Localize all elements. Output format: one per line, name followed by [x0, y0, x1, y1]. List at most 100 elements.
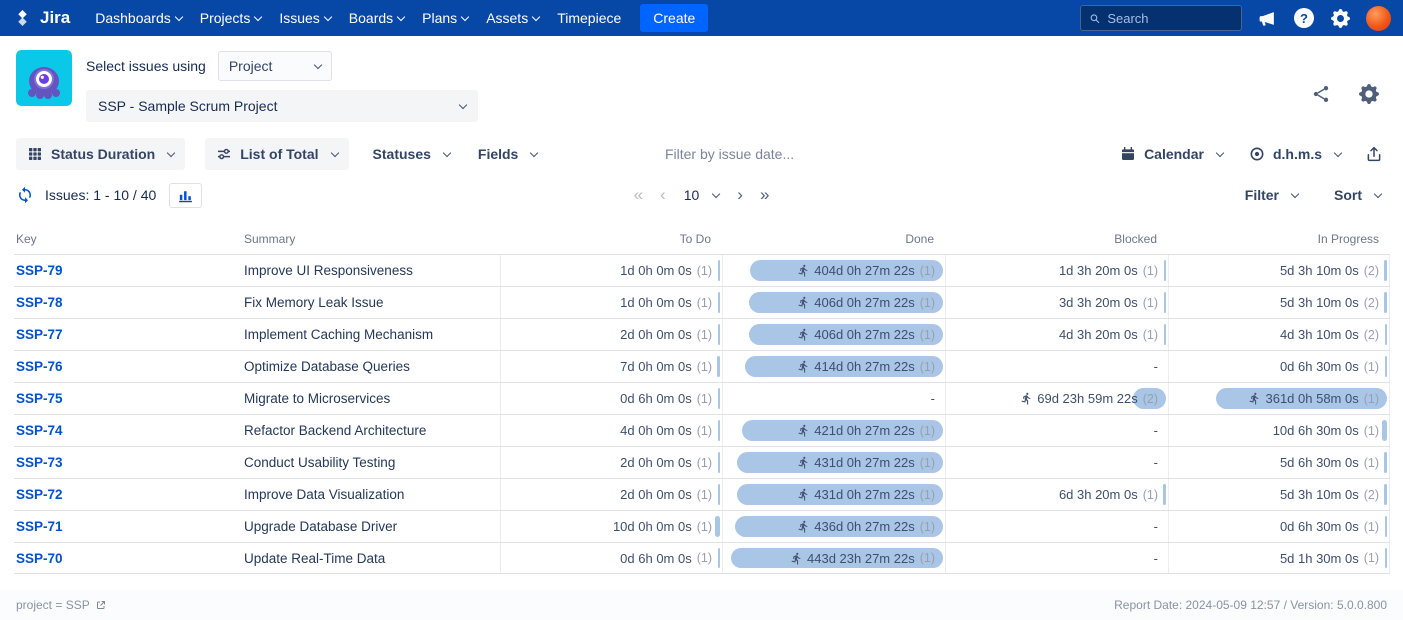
announcements-button[interactable] — [1257, 8, 1278, 29]
empty-duration: - — [931, 391, 935, 406]
refresh-button[interactable] — [14, 184, 36, 206]
scope-link[interactable]: project = SSP — [16, 598, 107, 612]
duration-value: 1d 0h 0m 0s — [620, 263, 692, 278]
issue-key-link[interactable]: SSP-73 — [14, 455, 234, 470]
duration-cell: 10d 6h 30m 0s(1) — [1168, 415, 1390, 446]
statuses-select[interactable]: Statuses — [369, 139, 454, 169]
issue-key-link[interactable]: SSP-71 — [14, 519, 234, 534]
status-count: (1) — [920, 328, 935, 342]
duration-value: 1d 3h 20m 0s — [1059, 263, 1138, 278]
table-row: SSP-75Migrate to Microservices0d 6h 0m 0… — [14, 382, 1390, 414]
nav-item-dashboards[interactable]: Dashboards — [86, 2, 191, 34]
page-size-select[interactable]: 10 — [678, 183, 726, 207]
prev-page-button[interactable]: ‹ — [655, 183, 671, 207]
duration-value: 5d 3h 10m 0s — [1280, 295, 1359, 310]
report-settings-button[interactable] — [1357, 82, 1381, 106]
duration-cell: 10d 0h 0m 0s(1) — [500, 511, 722, 542]
duration-value: 361d 0h 58m 0s — [1265, 391, 1358, 406]
duration-value: 6d 3h 20m 0s — [1059, 487, 1138, 502]
duration-bar — [718, 388, 720, 409]
user-avatar[interactable] — [1366, 6, 1391, 31]
list-mode-select[interactable]: List of Total — [205, 138, 348, 170]
duration-cell: 4d 3h 10m 0s(2) — [1168, 319, 1390, 350]
duration-value: 69d 23h 59m 22s — [1037, 391, 1137, 406]
search-input[interactable] — [1107, 11, 1233, 26]
issue-key-link[interactable]: SSP-76 — [14, 359, 234, 374]
issue-key-link[interactable]: SSP-72 — [14, 487, 234, 502]
question-mark-icon: ? — [1294, 8, 1314, 28]
duration-cell: - — [945, 447, 1168, 478]
issue-key-link[interactable]: SSP-74 — [14, 423, 234, 438]
next-page-button[interactable]: › — [732, 183, 748, 207]
chart-view-button[interactable] — [169, 183, 202, 208]
nav-item-label: Dashboards — [95, 10, 171, 26]
first-page-button[interactable]: « — [629, 183, 648, 207]
filter-button[interactable]: Filter — [1241, 180, 1302, 210]
share-button[interactable] — [1309, 82, 1333, 106]
duration-cell: 431d 0h 27m 22s(1) — [722, 479, 945, 510]
jira-logo-icon — [12, 8, 33, 29]
issue-key-link[interactable]: SSP-70 — [14, 551, 234, 566]
column-header-done[interactable]: Done — [722, 218, 945, 254]
column-header-key[interactable]: Key — [14, 218, 234, 254]
target-icon — [1249, 146, 1265, 162]
column-header-inprogress[interactable]: In Progress — [1168, 218, 1390, 254]
chevron-down-icon — [1374, 189, 1382, 197]
top-navigation-bar: Jira Dashboards ProjectsIssuesBoardsPlans… — [0, 0, 1403, 36]
nav-item-assets[interactable]: Assets — [477, 2, 548, 34]
runner-icon — [797, 360, 810, 373]
status-count: (1) — [920, 424, 935, 438]
help-button[interactable]: ? — [1293, 7, 1315, 29]
create-button[interactable]: Create — [640, 4, 708, 32]
project-select[interactable]: SSP - Sample Scrum Project — [86, 90, 478, 122]
status-count: (1) — [1143, 264, 1158, 278]
search-box[interactable] — [1080, 5, 1242, 31]
issue-date-filter[interactable]: Filter by issue date... — [665, 146, 794, 162]
duration-cell: 0d 6h 0m 0s(1) — [500, 543, 722, 573]
search-icon — [1089, 12, 1100, 25]
column-header-blocked[interactable]: Blocked — [945, 218, 1168, 254]
nav-item-plans[interactable]: Plans — [413, 2, 477, 34]
jira-settings-button[interactable] — [1330, 8, 1351, 29]
chevron-down-icon — [397, 12, 405, 20]
table-header-row: Key Summary To Do Done Blocked In Progre… — [14, 218, 1390, 254]
issue-key-link[interactable]: SSP-75 — [14, 391, 234, 406]
issue-source-select[interactable]: Project — [218, 51, 332, 81]
duration-cell: 5d 3h 10m 0s(2) — [1168, 255, 1390, 286]
jira-logo[interactable]: Jira — [12, 8, 70, 29]
status-count: (1) — [1364, 360, 1379, 374]
duration-bar — [1385, 548, 1387, 568]
nav-item-projects[interactable]: Projects — [191, 2, 271, 34]
nav-item-issues[interactable]: Issues — [270, 2, 339, 34]
issue-selection: Select issues using Project SSP - Sample… — [86, 50, 478, 122]
duration-bar — [1164, 292, 1166, 313]
fields-label: Fields — [478, 146, 518, 162]
duration-cell: 0d 6h 30m 0s(1) — [1168, 351, 1390, 382]
chevron-down-icon — [461, 12, 469, 20]
last-page-button[interactable]: » — [755, 183, 774, 207]
issue-key-link[interactable]: SSP-78 — [14, 295, 234, 310]
column-header-summary[interactable]: Summary — [234, 218, 500, 254]
time-format-select[interactable]: d.h.m.s — [1245, 139, 1345, 169]
issue-summary: Improve Data Visualization — [234, 487, 500, 502]
issue-key-link[interactable]: SSP-77 — [14, 327, 234, 342]
statuses-label: Statuses — [373, 146, 431, 162]
export-button[interactable] — [1363, 143, 1385, 165]
project-value: SSP - Sample Scrum Project — [98, 98, 277, 114]
duration-bar — [718, 484, 720, 505]
report-type-select[interactable]: Status Duration — [16, 138, 185, 170]
duration-bar — [1384, 292, 1387, 313]
sort-button[interactable]: Sort — [1330, 180, 1385, 210]
nav-item-label: Assets — [486, 10, 528, 26]
fields-select[interactable]: Fields — [474, 139, 541, 169]
nav-item-label: Timepiece — [557, 10, 621, 26]
list-mode-value: List of Total — [240, 146, 318, 162]
column-header-todo[interactable]: To Do — [500, 218, 722, 254]
issue-key-link[interactable]: SSP-79 — [14, 263, 234, 278]
nav-item-boards[interactable]: Boards — [340, 2, 413, 34]
chevron-down-icon — [314, 60, 322, 68]
runner-icon — [1248, 392, 1261, 405]
status-count: (1) — [920, 360, 935, 374]
calendar-select[interactable]: Calendar — [1116, 139, 1227, 169]
nav-item-timepiece[interactable]: Timepiece — [548, 2, 630, 34]
